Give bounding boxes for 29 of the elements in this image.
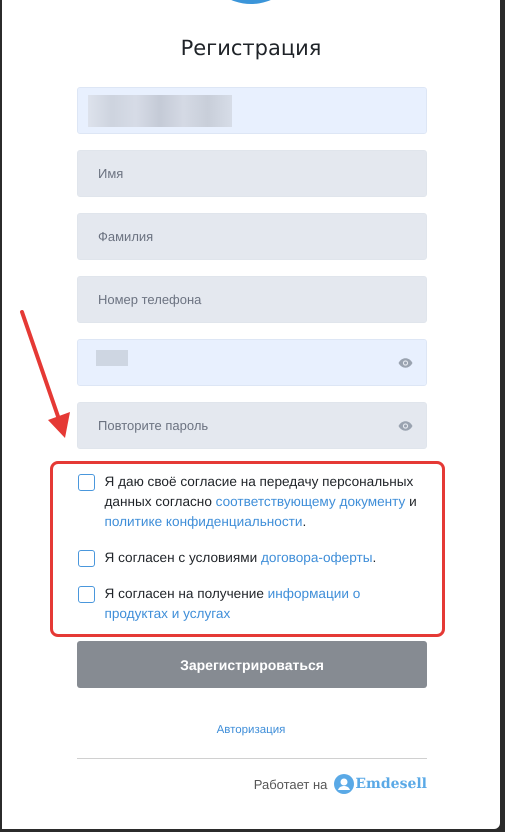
placeholder-text: Повторите пароль bbox=[98, 418, 208, 433]
consent-text: Я согласен на получение информации о продуктах и услугах bbox=[104, 584, 426, 624]
input-field[interactable]: Номер телефона bbox=[77, 276, 427, 323]
checkbox[interactable] bbox=[78, 550, 94, 567]
text-link[interactable]: договора-оферты bbox=[260, 548, 373, 568]
login-link[interactable]: Авторизация bbox=[216, 724, 286, 736]
placeholder-text: Фамилия bbox=[98, 229, 154, 244]
eye-icon[interactable] bbox=[398, 420, 413, 430]
input-field[interactable] bbox=[77, 339, 427, 386]
input-field[interactable]: Фамилия bbox=[77, 213, 427, 260]
placeholder-text: Номер телефона bbox=[98, 292, 202, 307]
input-field[interactable]: Имя bbox=[77, 150, 427, 197]
text-link[interactable]: информации о bbox=[268, 584, 360, 604]
redacted-value bbox=[96, 350, 128, 366]
checkbox[interactable] bbox=[78, 586, 94, 603]
text-link[interactable]: политике конфиденциальности bbox=[104, 512, 302, 532]
powered-by-text: Работает на bbox=[254, 776, 328, 792]
page-title: Регистрация bbox=[180, 35, 322, 62]
eye-icon[interactable] bbox=[398, 358, 413, 368]
consent-text: Я даю своё согласие на передачу персональных данных согласно соответствующему документу и политике конфиденциальности. bbox=[104, 472, 426, 532]
text-link[interactable]: соответствующему документу bbox=[216, 492, 406, 512]
text-link[interactable]: продуктах и услугах bbox=[104, 604, 230, 624]
brand-logo-icon bbox=[334, 774, 354, 794]
placeholder-text: Имя bbox=[98, 166, 124, 181]
brand-name[interactable]: Emdesell bbox=[355, 776, 427, 792]
input-field[interactable]: Повторите пароль bbox=[77, 402, 427, 449]
checkbox[interactable] bbox=[78, 474, 94, 491]
consent-text: Я согласен с условиями договора-оферты. bbox=[104, 548, 426, 568]
input-field[interactable] bbox=[77, 87, 427, 134]
